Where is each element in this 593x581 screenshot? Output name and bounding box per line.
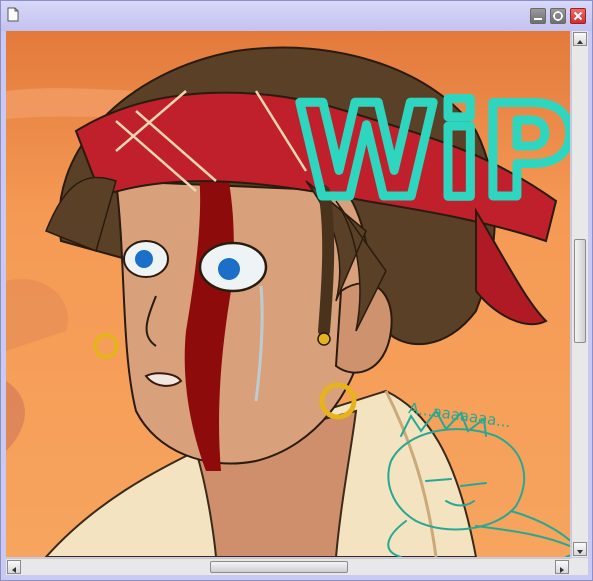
scrollbar-corner bbox=[571, 558, 588, 575]
artwork-illustration: WiP A...aaaaaaa... bbox=[6, 31, 570, 557]
maximize-icon bbox=[553, 11, 563, 21]
minimize-button[interactable] bbox=[530, 8, 546, 24]
arrow-up-icon bbox=[577, 40, 583, 44]
scroll-left-button[interactable] bbox=[7, 560, 21, 574]
maximize-button[interactable] bbox=[550, 8, 566, 24]
image-viewer-window: WiP A...aaaaaaa... bbox=[0, 0, 593, 581]
arrow-left-icon bbox=[12, 567, 16, 573]
scroll-down-button[interactable] bbox=[573, 542, 587, 556]
scroll-up-button[interactable] bbox=[573, 32, 587, 46]
scroll-right-button[interactable] bbox=[555, 560, 569, 574]
minimize-icon bbox=[534, 18, 542, 20]
vertical-scrollbar[interactable] bbox=[571, 31, 588, 557]
title-bar[interactable] bbox=[1, 1, 592, 31]
arrow-down-icon bbox=[577, 550, 583, 554]
wip-overlay-text: WiP bbox=[296, 78, 570, 227]
close-icon bbox=[573, 11, 583, 21]
left-iris bbox=[135, 250, 153, 268]
vertical-scroll-thumb[interactable] bbox=[574, 239, 586, 343]
close-button[interactable] bbox=[570, 8, 586, 24]
braid-bead bbox=[317, 332, 331, 346]
arrow-right-icon bbox=[560, 567, 564, 573]
right-iris bbox=[218, 258, 240, 280]
horizontal-scroll-thumb[interactable] bbox=[210, 561, 348, 573]
image-canvas[interactable]: WiP A...aaaaaaa... bbox=[6, 31, 570, 557]
document-icon bbox=[7, 7, 19, 22]
horizontal-scrollbar[interactable] bbox=[6, 558, 571, 575]
